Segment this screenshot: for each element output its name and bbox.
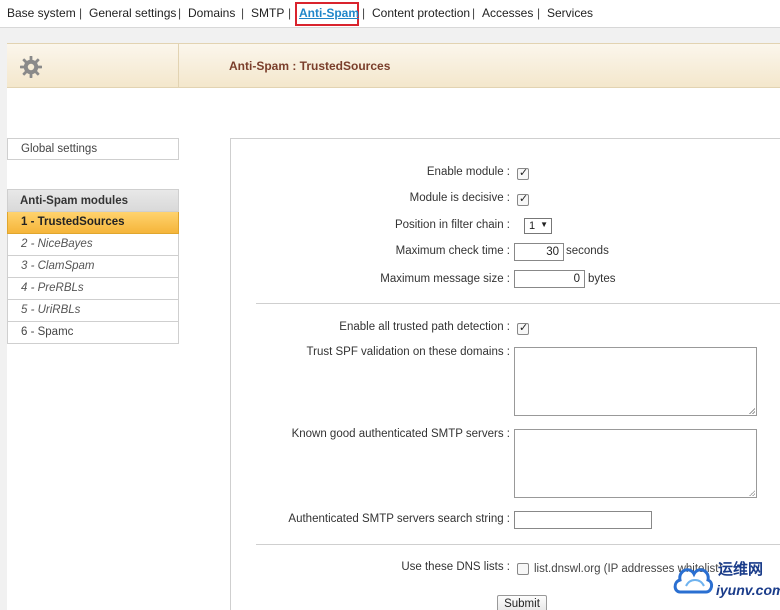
nav-services[interactable]: Services <box>547 6 593 20</box>
smtp-servers-label: Known good authenticated SMTP servers : <box>291 428 510 440</box>
enable-module-label: Enable module : <box>426 166 510 178</box>
watermark-text: 运维网 <box>718 561 764 578</box>
nav-separator: | <box>472 6 476 20</box>
chevron-down-icon: ▼ <box>540 220 548 229</box>
cloud-logo-icon <box>673 568 714 594</box>
nav-separator: | <box>178 6 182 20</box>
sidebar: Global settings Anti-Spam modules 1 - Tr… <box>7 138 179 344</box>
sidebar-item-global-settings[interactable]: Global settings <box>7 138 179 160</box>
spf-domains-label: Trust SPF validation on these domains : <box>306 346 510 358</box>
smtp-servers-textarea[interactable] <box>514 429 757 498</box>
max-message-size-input[interactable]: 0 <box>514 270 585 288</box>
module-decisive-checkbox[interactable] <box>517 192 529 206</box>
max-message-size-unit: bytes <box>588 273 616 285</box>
watermark-logo: 运维网 iyunv.com <box>672 552 780 610</box>
page-title: Anti-Spam : TrustedSources <box>229 59 391 73</box>
nav-base-system[interactable]: Base system <box>7 6 76 20</box>
nav-anti-spam[interactable]: Anti-Spam <box>299 6 359 20</box>
nav-separator: | <box>537 6 541 20</box>
settings-form: Enable module : Module is decisive : Pos… <box>230 138 780 610</box>
max-check-time-label: Maximum check time : <box>395 245 510 257</box>
max-check-time-unit: seconds <box>566 245 609 257</box>
nav-separator: | <box>241 6 245 20</box>
gear-icon <box>20 56 42 78</box>
dnswl-checkbox[interactable] <box>517 563 529 575</box>
trusted-path-checkbox[interactable] <box>517 321 529 335</box>
dns-lists-label: Use these DNS lists : <box>401 561 510 573</box>
spf-domains-textarea[interactable] <box>514 347 757 416</box>
header-icon-cell <box>7 44 179 88</box>
smtp-search-label: Authenticated SMTP servers search string… <box>288 513 510 525</box>
top-nav: Base system | General settings | Domains… <box>0 0 780 28</box>
position-select[interactable]: 1 ▼ <box>524 218 552 234</box>
divider <box>256 303 780 304</box>
sidebar-heading-modules: Anti-Spam modules <box>7 189 179 212</box>
sidebar-item-urirbls[interactable]: 5 - UriRBLs <box>7 300 179 322</box>
nav-smtp[interactable]: SMTP <box>251 6 284 20</box>
nav-separator: | <box>79 6 83 20</box>
module-decisive-label: Module is decisive : <box>409 192 510 204</box>
nav-accesses[interactable]: Accesses <box>482 6 533 20</box>
trusted-path-label: Enable all trusted path detection : <box>339 321 510 333</box>
nav-domains[interactable]: Domains <box>188 6 235 20</box>
nav-separator: | <box>362 6 366 20</box>
sidebar-item-spamc[interactable]: 6 - Spamc <box>7 322 179 344</box>
divider <box>256 544 780 545</box>
max-message-size-label: Maximum message size : <box>380 273 510 285</box>
sidebar-item-trustedsources[interactable]: 1 - TrustedSources <box>7 212 179 234</box>
submit-button[interactable]: Submit <box>497 595 547 610</box>
position-label: Position in filter chain : <box>394 219 510 231</box>
watermark-url: iyunv.com <box>716 582 780 598</box>
enable-module-checkbox[interactable] <box>517 166 529 180</box>
smtp-search-input[interactable] <box>514 511 652 529</box>
nav-general-settings[interactable]: General settings <box>89 6 176 20</box>
page-header: Anti-Spam : TrustedSources <box>7 43 780 88</box>
sidebar-item-prerbls[interactable]: 4 - PreRBLs <box>7 278 179 300</box>
nav-content-protection[interactable]: Content protection <box>372 6 470 20</box>
nav-separator: | <box>288 6 292 20</box>
sidebar-item-clamspam[interactable]: 3 - ClamSpam <box>7 256 179 278</box>
sidebar-item-nicebayes[interactable]: 2 - NiceBayes <box>7 234 179 256</box>
position-select-value: 1 <box>529 220 536 232</box>
max-check-time-input[interactable]: 30 <box>514 243 564 261</box>
